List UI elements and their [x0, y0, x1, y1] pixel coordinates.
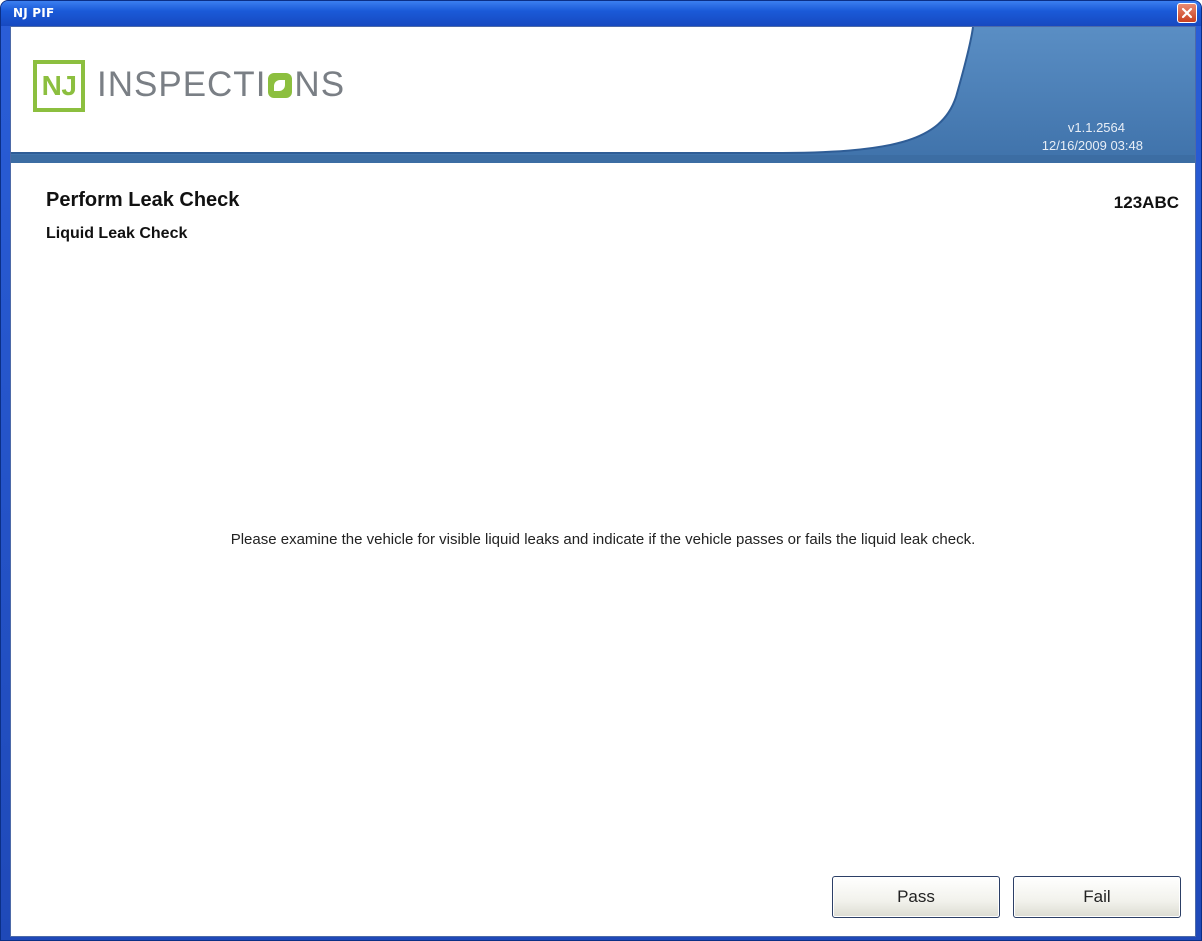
plate-number: 123ABC — [1113, 193, 1179, 212]
header-banner: NJ INSPECTI NS v1.1.2564 12/16/2009 03:48 — [11, 27, 1195, 163]
app-version: v1.1.2564 — [1067, 120, 1125, 135]
instructions-text: Please examine the vehicle for visible l… — [230, 531, 976, 548]
pass-button[interactable]: Pass — [832, 876, 1000, 918]
header-datetime: 12/16/2009 03:48 — [1041, 138, 1143, 153]
window-title: NJ PIF — [13, 6, 55, 20]
logo-text-before: INSPECTI — [97, 65, 267, 104]
page-title: Perform Leak Check — [46, 189, 240, 211]
close-icon — [1181, 7, 1193, 19]
logo-mark: NJ — [33, 60, 85, 112]
close-button[interactable] — [1177, 3, 1197, 23]
logo-wordmark: INSPECTI NS — [97, 65, 345, 105]
logo-text-after: NS — [294, 65, 346, 104]
page-subtitle: Liquid Leak Check — [46, 225, 188, 242]
logo-mark-text: NJ — [41, 70, 77, 101]
title-bar[interactable]: NJ PIF — [1, 1, 1201, 26]
leaf-o-icon — [268, 73, 293, 98]
fail-button[interactable]: Fail — [1013, 876, 1181, 918]
client-area: NJ INSPECTI NS v1.1.2564 12/16/2009 03:48… — [10, 26, 1196, 937]
app-window: NJ PIF NJ INSPECTI NS v1.1.2564 12/16/20… — [0, 0, 1202, 941]
